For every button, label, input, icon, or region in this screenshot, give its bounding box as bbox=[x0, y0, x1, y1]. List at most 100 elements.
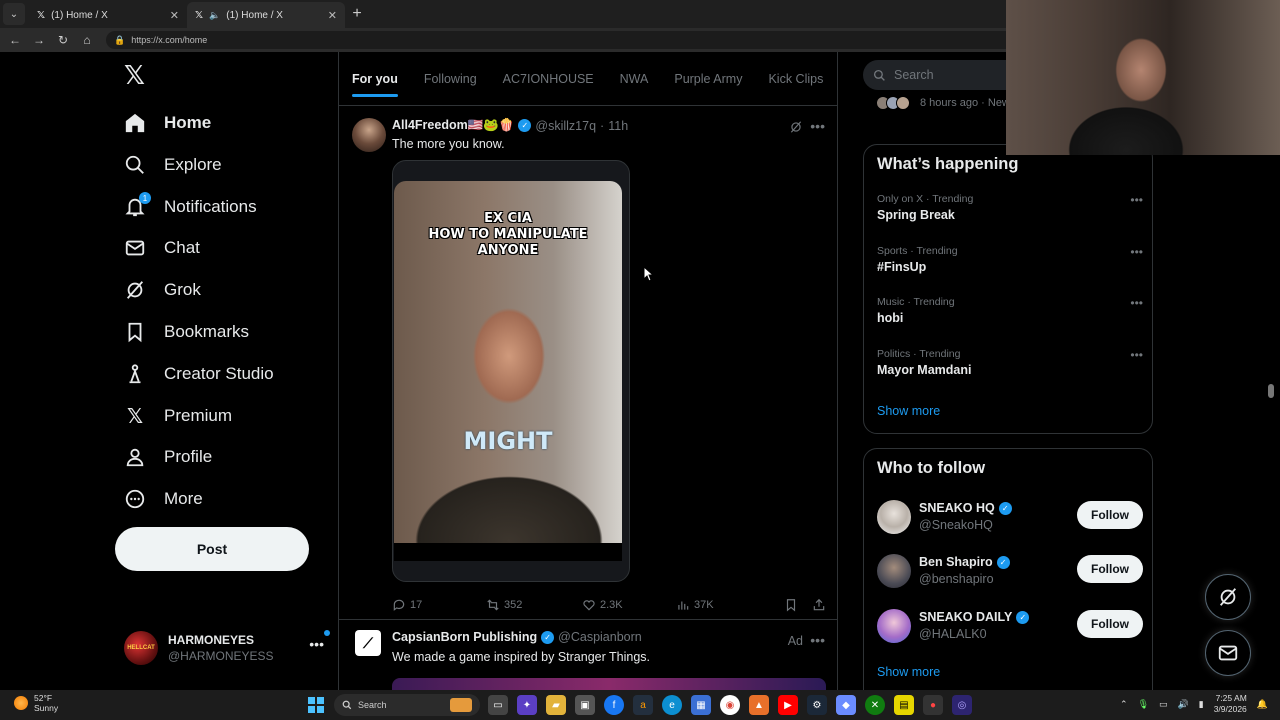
follow-button[interactable]: Follow bbox=[1077, 501, 1143, 529]
avatar[interactable] bbox=[352, 118, 386, 152]
nav-profile[interactable]: Profile bbox=[124, 439, 212, 475]
tweet[interactable]: All4Freedom🇺🇸🐸🍿 ✓ @skillz17q · 11h ••• T… bbox=[339, 110, 837, 620]
show-more-follow-link[interactable]: Show more bbox=[877, 665, 940, 679]
tweet-author-handle[interactable]: @skillz17q bbox=[535, 119, 596, 133]
follow-suggestion[interactable]: SNEAKO DAILY ✓ @HALALK0 Follow bbox=[877, 606, 1143, 646]
tweet-author-name[interactable]: All4Freedom🇺🇸🐸🍿 bbox=[392, 118, 514, 133]
tweet-video[interactable]: EX CIA HOW TO MANIPULATE ANYONE MIGHT bbox=[392, 160, 630, 582]
taskbar-search[interactable]: Search bbox=[334, 694, 480, 716]
more-horizontal-icon[interactable]: ••• bbox=[1130, 193, 1143, 207]
trend-item[interactable]: Music · Trending hobi ••• bbox=[877, 296, 1143, 325]
windows-start-icon[interactable] bbox=[308, 697, 324, 713]
nav-premium[interactable]: 𝕏 Premium bbox=[124, 398, 232, 434]
app-icon[interactable]: ◆ bbox=[836, 695, 856, 715]
show-more-trends-link[interactable]: Show more bbox=[877, 404, 940, 418]
tab-nwa[interactable]: NWA bbox=[620, 52, 649, 106]
calculator-icon[interactable]: ▦ bbox=[691, 695, 711, 715]
steam-icon[interactable]: ⚙ bbox=[807, 695, 827, 715]
video-controls-bar[interactable] bbox=[394, 543, 622, 561]
volume-icon[interactable]: 🔊 bbox=[1178, 699, 1189, 710]
account-switcher[interactable]: HELLCAT HARMONEYES @HARMONEYESS ••• bbox=[124, 626, 330, 670]
refresh-icon[interactable]: ↻ bbox=[54, 31, 72, 49]
more-horizontal-icon[interactable]: ••• bbox=[309, 630, 330, 652]
chevron-up-icon[interactable]: ⌃ bbox=[1120, 699, 1128, 710]
task-view-icon[interactable]: ▭ bbox=[488, 695, 508, 715]
share-button[interactable] bbox=[812, 598, 826, 612]
like-button[interactable]: 2.3K bbox=[582, 598, 676, 612]
chrome-icon[interactable]: ◉ bbox=[720, 695, 740, 715]
bookmark-button[interactable] bbox=[784, 598, 798, 612]
notifications-bell-icon[interactable]: 🔔 bbox=[1257, 699, 1268, 710]
tab-for-you[interactable]: For you bbox=[352, 52, 398, 106]
post-button[interactable]: Post bbox=[115, 527, 309, 571]
home-browser-icon[interactable]: ⌂ bbox=[78, 31, 96, 49]
edge-icon[interactable]: e bbox=[662, 695, 682, 715]
nav-creator-studio[interactable]: Creator Studio bbox=[124, 356, 274, 392]
nav-more[interactable]: More bbox=[124, 481, 203, 517]
trend-item[interactable]: Only on X · Trending Spring Break ••• bbox=[877, 193, 1143, 222]
more-horizontal-icon[interactable]: ••• bbox=[810, 632, 825, 648]
nav-home[interactable]: Home bbox=[124, 105, 211, 141]
facebook-icon[interactable]: f bbox=[604, 695, 624, 715]
xbox-icon[interactable]: ✕ bbox=[865, 695, 885, 715]
forward-icon[interactable]: → bbox=[30, 31, 48, 49]
tweet-ad[interactable]: ⟋ CapsianBorn Publishing ✓ @Caspianborn … bbox=[339, 620, 837, 690]
tab-list-dropdown-button[interactable]: ⌄ bbox=[3, 3, 25, 25]
grok-icon[interactable] bbox=[789, 120, 803, 137]
tab-purple-army[interactable]: Purple Army bbox=[674, 52, 742, 106]
news-strip[interactable]: 8 hours ago · New bbox=[876, 96, 1010, 110]
store-icon[interactable]: ▣ bbox=[575, 695, 595, 715]
amazon-icon[interactable]: a bbox=[633, 695, 653, 715]
more-horizontal-icon[interactable]: ••• bbox=[1130, 245, 1143, 259]
more-horizontal-icon[interactable]: ••• bbox=[810, 118, 825, 134]
vlc-icon[interactable]: ▲ bbox=[749, 695, 769, 715]
tab-close-icon[interactable]: ✕ bbox=[328, 9, 337, 22]
tweet-author-name[interactable]: CapsianBorn Publishing bbox=[392, 630, 537, 644]
youtube-icon[interactable]: ▶ bbox=[778, 695, 798, 715]
file-explorer-icon[interactable]: ▰ bbox=[546, 695, 566, 715]
nav-grok[interactable]: Grok bbox=[124, 272, 201, 308]
reply-button[interactable]: 17 bbox=[392, 598, 486, 612]
weather-widget[interactable]: 52°F Sunny bbox=[14, 693, 58, 713]
video-frame[interactable]: EX CIA HOW TO MANIPULATE ANYONE MIGHT bbox=[394, 181, 622, 543]
follow-button[interactable]: Follow bbox=[1077, 610, 1143, 638]
browser-tab-1[interactable]: 𝕏 (1) Home / X ✕ bbox=[29, 2, 187, 28]
more-horizontal-icon[interactable]: ••• bbox=[1130, 348, 1143, 362]
back-icon[interactable]: ← bbox=[6, 31, 24, 49]
nav-bookmarks[interactable]: Bookmarks bbox=[124, 314, 249, 350]
x-logo-icon[interactable]: 𝕏 bbox=[124, 62, 150, 88]
grok-floating-button[interactable] bbox=[1205, 574, 1251, 620]
messages-floating-button[interactable] bbox=[1205, 630, 1251, 676]
nav-explore[interactable]: Explore bbox=[124, 147, 222, 183]
tweet-timestamp[interactable]: 11h bbox=[608, 119, 628, 133]
nav-notifications[interactable]: 1 Notifications bbox=[124, 189, 257, 225]
ad-media-preview[interactable] bbox=[392, 678, 826, 690]
avatar[interactable]: ⟋ bbox=[355, 630, 381, 656]
new-tab-button[interactable]: + bbox=[345, 2, 369, 26]
obs-icon[interactable]: ● bbox=[923, 695, 943, 715]
battery-icon[interactable]: ▮ bbox=[1199, 699, 1204, 710]
tab-ac7ionhouse[interactable]: AC7IONHOUSE bbox=[503, 52, 594, 106]
views-button[interactable]: 37K bbox=[676, 598, 766, 612]
tab-kick-clips[interactable]: Kick Clips bbox=[768, 52, 823, 106]
follow-suggestion[interactable]: Ben Shapiro ✓ @benshapiro Follow bbox=[877, 551, 1143, 591]
sticky-notes-icon[interactable]: ▤ bbox=[894, 695, 914, 715]
browser-tab-2[interactable]: 𝕏 🔈 (1) Home / X ✕ bbox=[187, 2, 345, 28]
clock[interactable]: 7:25 AM 3/9/2026 bbox=[1214, 693, 1247, 715]
copilot-icon[interactable]: ✦ bbox=[517, 695, 537, 715]
speaker-icon[interactable]: 🔈 bbox=[209, 10, 220, 21]
tab-following[interactable]: Following bbox=[424, 52, 477, 106]
trend-item[interactable]: Sports · Trending #FinsUp ••• bbox=[877, 245, 1143, 274]
follow-suggestion[interactable]: SNEAKO HQ ✓ @SneakoHQ Follow bbox=[877, 497, 1143, 537]
nav-chat[interactable]: Chat bbox=[124, 230, 200, 266]
follow-button[interactable]: Follow bbox=[1077, 555, 1143, 583]
trend-item[interactable]: Politics · Trending Mayor Mamdani ••• bbox=[877, 348, 1143, 377]
page-scrollbar[interactable] bbox=[1268, 384, 1274, 398]
repost-button[interactable]: 352 bbox=[486, 598, 582, 612]
network-icon[interactable]: ▭ bbox=[1159, 699, 1168, 710]
tab-close-icon[interactable]: ✕ bbox=[170, 9, 179, 22]
more-horizontal-icon[interactable]: ••• bbox=[1130, 296, 1143, 310]
microphone-icon[interactable]: 🎙 bbox=[1138, 699, 1149, 710]
app-icon[interactable]: ◎ bbox=[952, 695, 972, 715]
tweet-author-handle[interactable]: @Caspianborn bbox=[558, 630, 642, 644]
